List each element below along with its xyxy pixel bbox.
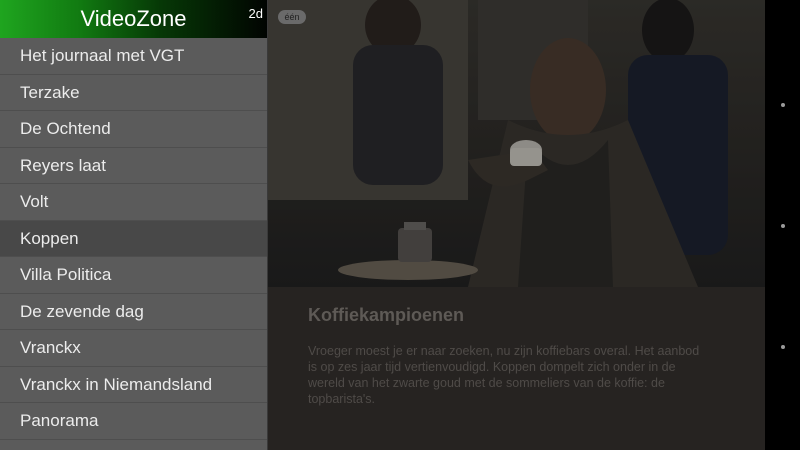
back-dot-icon[interactable]: [781, 103, 785, 107]
menu-item-koppen[interactable]: Koppen: [0, 220, 267, 257]
program-list: Het journaal met VGT Terzake De Ochtend …: [0, 38, 267, 440]
menu-item-journaal-vgt[interactable]: Het journaal met VGT: [0, 38, 267, 75]
drawer-header: VideoZone 2d: [0, 0, 267, 38]
menu-item-volt[interactable]: Volt: [0, 184, 267, 221]
menu-item-terzake[interactable]: Terzake: [0, 75, 267, 111]
menu-item-vranckx-niemandsland[interactable]: Vranckx in Niemandsland: [0, 367, 267, 403]
menu-item-vranckx[interactable]: Vranckx: [0, 330, 267, 367]
navigation-drawer: VideoZone 2d Het journaal met VGT Terzak…: [0, 0, 268, 450]
episode-info: Koffiekampioenen Vroeger moest je er naa…: [268, 287, 765, 450]
home-dot-icon[interactable]: [781, 224, 785, 228]
recents-dot-icon[interactable]: [781, 345, 785, 349]
age-badge: 2d: [248, 6, 263, 21]
content-pane: één Koffiekampioenen Vroeger moest je er…: [268, 0, 765, 450]
app-title: VideoZone: [80, 6, 187, 31]
channel-logo: één: [278, 10, 306, 24]
video-thumbnail[interactable]: één: [268, 0, 765, 287]
menu-item-panorama[interactable]: Panorama: [0, 403, 267, 440]
episode-description: Vroeger moest je er naar zoeken, nu zijn…: [308, 344, 700, 406]
menu-item-villa-politica[interactable]: Villa Politica: [0, 257, 267, 294]
thumbnail-overlay: [268, 0, 765, 287]
menu-item-reyers-laat[interactable]: Reyers laat: [0, 148, 267, 184]
episode-title: Koffiekampioenen: [308, 305, 465, 325]
menu-item-de-zevende-dag[interactable]: De zevende dag: [0, 294, 267, 330]
system-navigation-bar: [765, 0, 800, 450]
menu-item-de-ochtend[interactable]: De Ochtend: [0, 111, 267, 148]
